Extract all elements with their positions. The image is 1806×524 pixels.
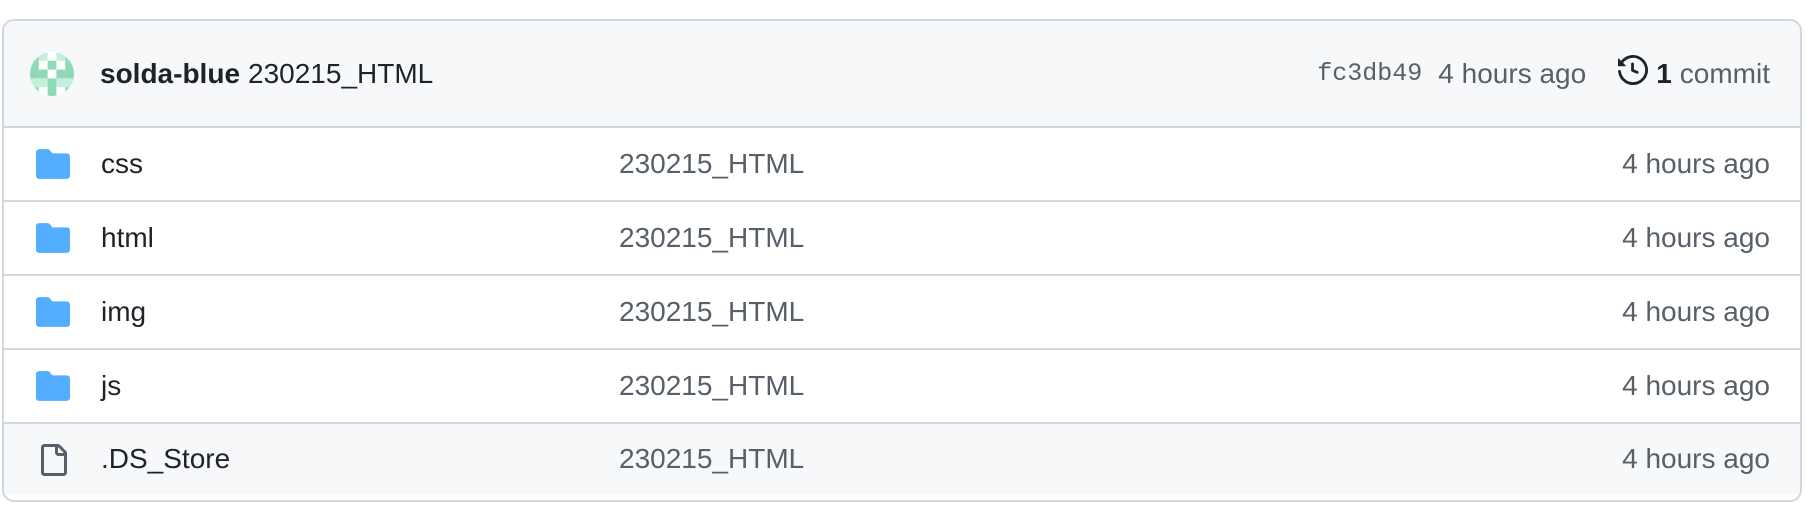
file-name[interactable]: js (101, 370, 121, 402)
folder-icon (36, 223, 70, 253)
commit-count: 1 (1656, 57, 1672, 89)
file-name[interactable]: html (101, 222, 154, 254)
file-name[interactable]: img (101, 296, 146, 328)
file-commit-message[interactable]: 230215_HTML (619, 296, 804, 328)
file-commit-message[interactable]: 230215_HTML (619, 222, 804, 254)
folder-icon (36, 371, 70, 401)
file-time: 4 hours ago (1622, 222, 1770, 253)
commit-label: commit (1679, 57, 1770, 89)
file-commit-message[interactable]: 230215_HTML (619, 443, 804, 475)
avatar[interactable] (30, 51, 74, 96)
commit-history-link[interactable]: 1 commit (1618, 54, 1770, 92)
commit-meta: fc3db49 4 hours ago 1 commit (1317, 54, 1770, 92)
history-icon (1618, 54, 1649, 92)
table-row[interactable]: html 230215_HTML 4 hours ago (4, 202, 1800, 276)
file-time: 4 hours ago (1622, 148, 1770, 179)
commit-time: 4 hours ago (1438, 57, 1587, 89)
file-name[interactable]: css (101, 148, 143, 180)
table-row[interactable]: js 230215_HTML 4 hours ago (4, 350, 1800, 424)
table-row[interactable]: css 230215_HTML 4 hours ago (4, 128, 1800, 202)
file-rows: css 230215_HTML 4 hours ago html 230215_… (4, 128, 1800, 494)
table-row[interactable]: .DS_Store 230215_HTML 4 hours ago (4, 424, 1800, 494)
commit-message[interactable]: 230215_HTML (248, 58, 433, 90)
file-name[interactable]: .DS_Store (101, 443, 230, 475)
folder-icon (36, 149, 70, 179)
file-list-container: solda-blue 230215_HTML fc3db49 4 hours a… (2, 19, 1802, 502)
commit-sha[interactable]: fc3db49 (1317, 59, 1422, 88)
folder-icon (36, 297, 70, 327)
table-row[interactable]: img 230215_HTML 4 hours ago (4, 276, 1800, 350)
file-commit-message[interactable]: 230215_HTML (619, 148, 804, 180)
commit-author[interactable]: solda-blue (100, 58, 240, 90)
file-commit-message[interactable]: 230215_HTML (619, 370, 804, 402)
file-time: 4 hours ago (1622, 370, 1770, 401)
file-time: 4 hours ago (1622, 443, 1770, 474)
latest-commit-header: solda-blue 230215_HTML fc3db49 4 hours a… (4, 21, 1800, 128)
file-icon (36, 444, 70, 476)
file-time: 4 hours ago (1622, 296, 1770, 327)
